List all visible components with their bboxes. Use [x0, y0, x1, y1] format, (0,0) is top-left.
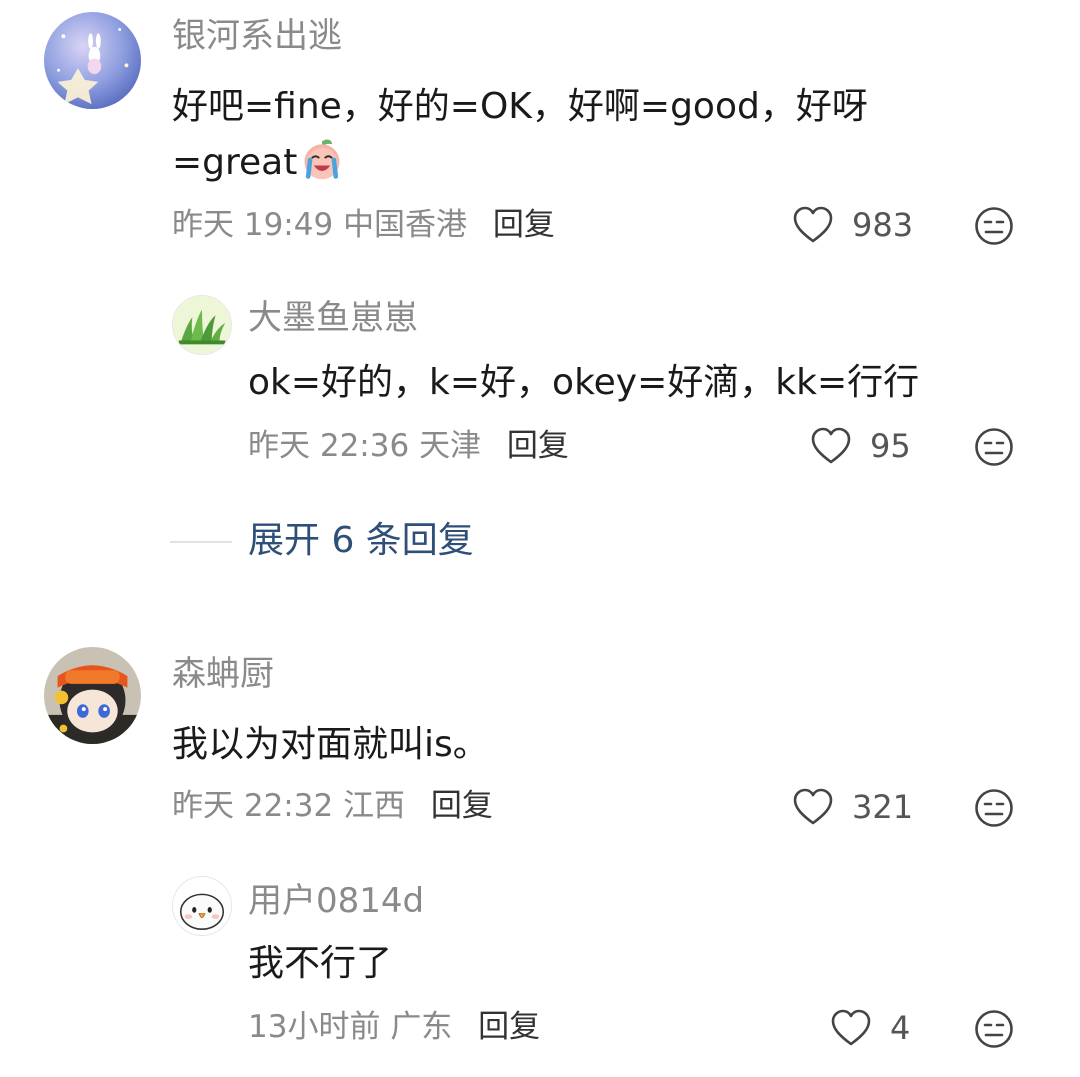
- dislike-button[interactable]: [974, 427, 1014, 467]
- username[interactable]: 用户0814d: [248, 881, 424, 921]
- laughing-crying-peach-emoji: [304, 139, 340, 180]
- reply-content: ok=好的，k=好，okey=好滴，kk=行行: [248, 362, 920, 403]
- like-button[interactable]: 4: [830, 1006, 910, 1050]
- comment-content: 我以为对面就叫is。: [172, 724, 489, 765]
- cartoon-character-avatar: [44, 647, 141, 744]
- like-count: 4: [890, 1009, 911, 1047]
- white-bird-avatar: [173, 877, 231, 935]
- avatar[interactable]: [172, 295, 232, 355]
- meh-face-icon: [975, 428, 1013, 466]
- reply-button[interactable]: 回复: [431, 788, 493, 824]
- reply-meta: 13小时前 广东 回复: [248, 1007, 540, 1047]
- reply-content: 我不行了: [248, 943, 393, 984]
- avatar[interactable]: [44, 647, 141, 744]
- reply-time: 13小时前: [248, 1009, 381, 1045]
- comment-time: 昨天 19:49: [172, 207, 334, 243]
- meh-face-icon: [975, 1010, 1013, 1048]
- like-count: 95: [870, 427, 911, 465]
- reply-meta: 昨天 22:36 天津 回复: [248, 426, 569, 466]
- like-count: 983: [852, 206, 914, 244]
- username[interactable]: 森蚺厨: [172, 654, 274, 694]
- like-button[interactable]: 321: [792, 785, 913, 829]
- comment-content-line: 好吧=fine，好的=OK，好啊=good，好呀: [172, 86, 868, 127]
- comment-content-line: =great: [172, 142, 298, 183]
- expand-replies-button[interactable]: 展开 6 条回复: [248, 516, 474, 566]
- heart-outline-icon: [793, 206, 833, 243]
- avatar[interactable]: [44, 12, 141, 109]
- reply-time: 昨天 22:36: [248, 428, 410, 464]
- heart-outline-icon: [811, 427, 851, 464]
- comment-time: 昨天 22:32: [172, 788, 334, 824]
- reply-button[interactable]: 回复: [478, 1009, 540, 1045]
- green-grass-avatar: [173, 296, 231, 354]
- meh-face-icon: [975, 789, 1013, 827]
- username[interactable]: 大墨鱼崽崽: [248, 298, 418, 338]
- like-button[interactable]: 983: [792, 203, 913, 247]
- avatar[interactable]: [172, 876, 232, 936]
- comment-location: 江西: [343, 788, 406, 824]
- divider: [170, 541, 232, 543]
- dislike-button[interactable]: [974, 788, 1014, 828]
- reply-button[interactable]: 回复: [493, 207, 555, 243]
- comment-content: =great: [172, 136, 345, 190]
- reply-location: 天津: [419, 428, 482, 464]
- heart-outline-icon: [831, 1009, 871, 1046]
- heart-outline-icon: [793, 788, 833, 825]
- starry-bunny-avatar: [44, 12, 141, 109]
- dislike-button[interactable]: [974, 1009, 1014, 1049]
- like-count: 321: [852, 788, 914, 826]
- dislike-button[interactable]: [974, 206, 1014, 246]
- comment-location: 中国香港: [343, 207, 468, 243]
- like-button[interactable]: 95: [810, 424, 911, 468]
- comment-meta: 昨天 22:32 江西 回复: [172, 786, 493, 826]
- username[interactable]: 银河系出逃: [172, 16, 342, 56]
- meh-face-icon: [975, 207, 1013, 245]
- reply-location: 广东: [390, 1009, 453, 1045]
- comment-meta: 昨天 19:49 中国香港 回复: [172, 205, 555, 245]
- reply-button[interactable]: 回复: [507, 428, 569, 464]
- comment-content: 好吧=fine，好的=OK，好啊=good，好呀: [172, 80, 868, 134]
